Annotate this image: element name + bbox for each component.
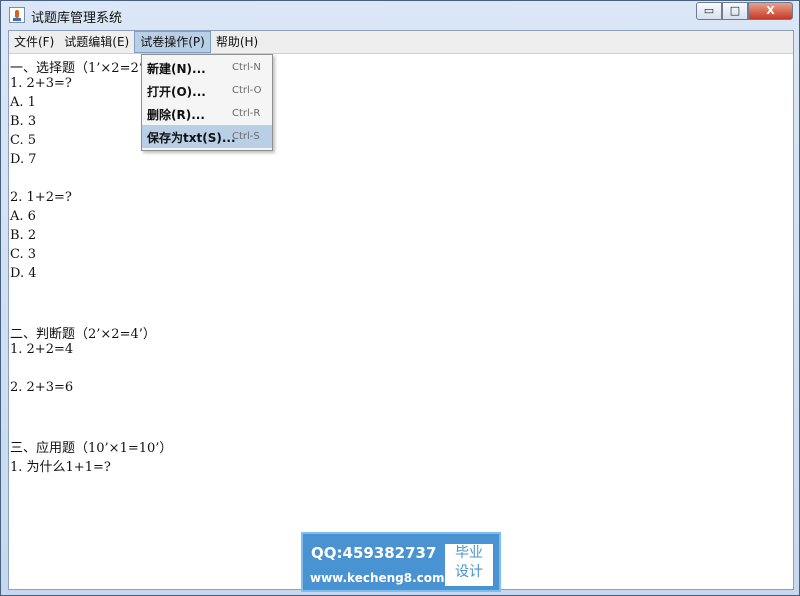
menu-item-label: 保存为txt(S)... (147, 131, 236, 145)
text-line: 1. 2+3=? (10, 76, 72, 91)
menu-item-save-as-txt[interactable]: 保存为txt(S)... Ctrl-S (142, 125, 272, 148)
menu-paper-operations[interactable]: 试卷操作(P) (134, 31, 211, 53)
watermark-url: www.kecheng8.com (310, 571, 445, 585)
text-line: D. 4 (10, 266, 37, 281)
text-line: 二、判断题（2’×2=4’） (10, 327, 156, 342)
minimize-icon: ▭ (703, 4, 715, 17)
paper-operations-menu: 新建(N)... Ctrl-N 打开(O)... Ctrl-O 删除(R)...… (141, 54, 273, 151)
client-area: 文件(F) 试题编辑(E) 试卷操作(P) 帮助(H) 一、选择题（1’×2=2… (8, 30, 794, 590)
text-line: C. 5 (10, 133, 37, 148)
text-line: 2. 2+3=6 (10, 380, 74, 395)
text-line: D. 7 (10, 152, 37, 167)
watermark-qq: QQ:459382737 (311, 544, 437, 562)
text-line: 三、应用题（10’×1=10’） (10, 441, 173, 456)
window-title: 试题库管理系统 (31, 11, 123, 26)
maximize-button[interactable]: □ (722, 2, 748, 20)
text-line: 1. 2+2=4 (10, 342, 74, 357)
title-bar[interactable]: 试题库管理系统 ▭ □ X (1, 1, 799, 31)
window-controls: ▭ □ X (696, 2, 793, 20)
menu-edit-questions[interactable]: 试题编辑(E) (59, 31, 134, 53)
text-line: A. 1 (10, 95, 36, 110)
menu-item-shortcut: Ctrl-O (232, 85, 262, 96)
text-line: 一、选择题（1’×2=2’） (10, 61, 156, 76)
text-line: C. 3 (10, 247, 37, 262)
close-button[interactable]: X (748, 2, 793, 20)
paper-text-area[interactable]: 一、选择题（1’×2=2’） 1. 2+3=? A. 1 B. 3 C. 5 D… (9, 54, 793, 589)
menu-file[interactable]: 文件(F) (9, 31, 59, 53)
menu-item-delete[interactable]: 删除(R)... Ctrl-R (142, 102, 272, 125)
app-window: 试题库管理系统 ▭ □ X 文件(F) 试题编辑(E) 试卷操作(P) 帮助(H… (0, 0, 800, 596)
text-line: 2. 1+2=? (10, 190, 72, 205)
minimize-button[interactable]: ▭ (696, 2, 722, 20)
menu-item-shortcut: Ctrl-N (232, 62, 261, 73)
watermark-tag-line: 毕业 (455, 545, 483, 561)
watermark-tag: 毕业 设计 (445, 544, 493, 586)
menu-bar: 文件(F) 试题编辑(E) 试卷操作(P) 帮助(H) (9, 31, 793, 54)
maximize-icon: □ (729, 4, 741, 17)
menu-item-shortcut: Ctrl-R (232, 108, 261, 119)
menu-item-open[interactable]: 打开(O)... Ctrl-O (142, 79, 272, 102)
menu-item-label: 删除(R)... (147, 108, 205, 122)
text-line: B. 2 (10, 228, 37, 243)
text-line: B. 3 (10, 114, 37, 129)
watermark-tag-line: 设计 (455, 564, 483, 580)
close-icon: X (766, 4, 775, 17)
menu-item-new[interactable]: 新建(N)... Ctrl-N (142, 56, 272, 79)
java-app-icon (9, 7, 25, 23)
menu-item-label: 打开(O)... (147, 85, 206, 99)
menu-help[interactable]: 帮助(H) (211, 31, 263, 53)
text-line: A. 6 (10, 209, 36, 224)
watermark-banner: QQ:459382737 www.kecheng8.com 毕业 设计 (301, 532, 501, 592)
text-line: 1. 为什么1+1=? (10, 460, 111, 475)
menu-item-shortcut: Ctrl-S (232, 131, 260, 142)
menu-item-label: 新建(N)... (147, 62, 206, 76)
